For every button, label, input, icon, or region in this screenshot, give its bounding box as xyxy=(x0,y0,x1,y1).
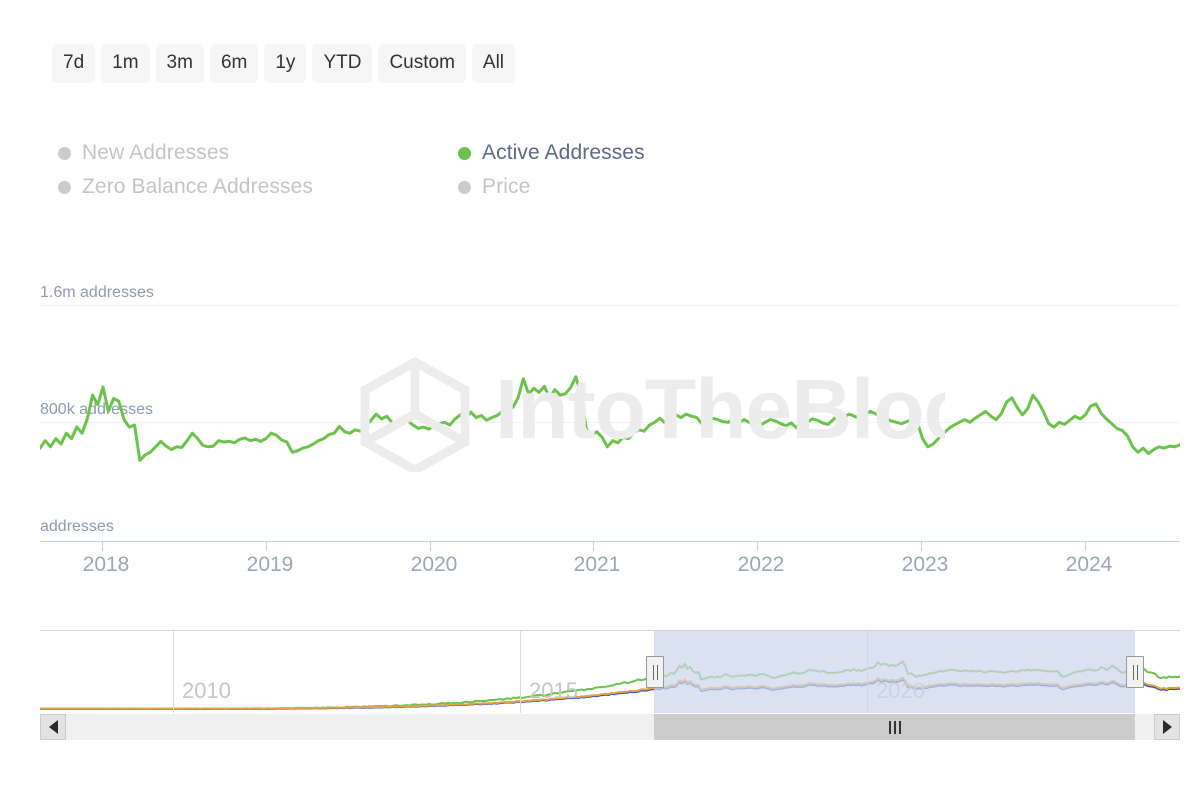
x-axis-tick xyxy=(593,542,594,551)
x-axis-tick xyxy=(266,542,267,551)
x-axis-label-2024: 2024 xyxy=(1066,553,1113,577)
legend-dot-icon xyxy=(458,147,471,160)
grip-line-icon xyxy=(1137,665,1138,680)
x-axis-line xyxy=(40,541,1180,542)
chart-navigator[interactable]: 2010 2015 2020 xyxy=(40,630,1180,714)
legend-item-zero-balance-addresses[interactable]: Zero Balance Addresses xyxy=(58,175,458,199)
x-axis-label-2023: 2023 xyxy=(902,553,949,577)
grip-line-icon xyxy=(657,665,658,680)
legend-item-price[interactable]: Price xyxy=(458,175,530,199)
scrollbar-right-button[interactable] xyxy=(1154,714,1180,740)
range-button-custom[interactable]: Custom xyxy=(378,44,465,83)
legend-item-label: New Addresses xyxy=(82,141,229,165)
x-axis-label-2020: 2020 xyxy=(411,553,458,577)
main-chart[interactable]: 1.6m addresses 800k addresses addresses … xyxy=(40,270,1180,560)
legend-row-2: Zero Balance Addresses Price xyxy=(58,170,778,204)
series-active-addresses xyxy=(40,270,1180,542)
arrow-left-icon xyxy=(49,720,58,734)
legend-item-label: Price xyxy=(482,175,530,199)
x-axis-tick xyxy=(921,542,922,551)
legend-dot-icon xyxy=(58,147,71,160)
legend-dot-icon xyxy=(458,181,471,194)
navigator-gridline xyxy=(173,631,174,713)
grip-line-icon xyxy=(889,721,891,734)
legend-row-1: New Addresses Active Addresses xyxy=(58,136,778,170)
legend-dot-icon xyxy=(58,181,71,194)
navigator-selection-mask[interactable] xyxy=(654,631,1135,713)
scrollbar-left-button[interactable] xyxy=(40,714,66,740)
scrollbar-thumb[interactable] xyxy=(654,714,1135,740)
navigator-gridline xyxy=(520,631,521,713)
range-button-1y[interactable]: 1y xyxy=(264,44,306,83)
navigator-handle-left[interactable] xyxy=(646,656,664,688)
x-axis-label-2022: 2022 xyxy=(738,553,785,577)
x-axis-tick xyxy=(757,542,758,551)
x-axis-label-2018: 2018 xyxy=(83,553,130,577)
range-button-3m[interactable]: 3m xyxy=(156,44,204,83)
range-selector: 7d 1m 3m 6m 1y YTD Custom All xyxy=(52,44,515,83)
grip-line-icon xyxy=(899,721,901,734)
chart-plot-area: IntoTheBlock xyxy=(40,270,1180,542)
x-axis-label-2021: 2021 xyxy=(574,553,621,577)
range-button-6m[interactable]: 6m xyxy=(210,44,258,83)
legend-item-active-addresses[interactable]: Active Addresses xyxy=(458,141,645,165)
navigator-year-label-2010: 2010 xyxy=(182,678,231,704)
chart-scrollbar[interactable] xyxy=(40,714,1180,740)
x-axis-tick xyxy=(1085,542,1086,551)
x-axis-tick xyxy=(430,542,431,551)
grip-line-icon xyxy=(1133,665,1134,680)
range-button-7d[interactable]: 7d xyxy=(52,44,95,83)
legend-item-label: Zero Balance Addresses xyxy=(82,175,313,199)
x-axis-label-2019: 2019 xyxy=(247,553,294,577)
range-button-all[interactable]: All xyxy=(472,44,515,83)
legend-item-label: Active Addresses xyxy=(482,141,645,165)
navigator-year-label-2015: 2015 xyxy=(529,678,578,704)
legend-item-new-addresses[interactable]: New Addresses xyxy=(58,141,458,165)
arrow-right-icon xyxy=(1163,720,1172,734)
range-button-1m[interactable]: 1m xyxy=(101,44,149,83)
range-button-ytd[interactable]: YTD xyxy=(312,44,372,83)
x-axis-tick xyxy=(102,542,103,551)
grip-line-icon xyxy=(653,665,654,680)
grip-line-icon xyxy=(894,721,896,734)
chart-legend: New Addresses Active Addresses Zero Bala… xyxy=(58,136,778,204)
navigator-handle-right[interactable] xyxy=(1126,656,1144,688)
chart-page: 7d 1m 3m 6m 1y YTD Custom All New Addres… xyxy=(0,0,1200,800)
